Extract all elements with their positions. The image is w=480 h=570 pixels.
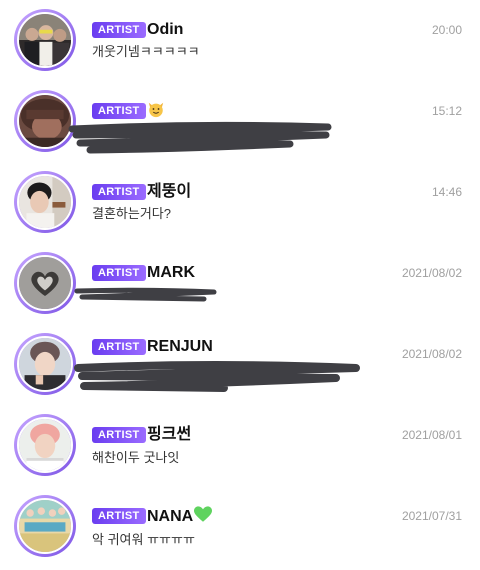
chat-row-pinksun[interactable]: ARTIST 핑크썬 2021/08/01 해찬이두 굿나잇	[0, 405, 480, 485]
artist-badge: ARTIST	[92, 427, 146, 443]
chat-row-cat[interactable]: ARTIST 15:12	[0, 81, 480, 161]
chat-name: 제뚱이	[147, 183, 192, 200]
redaction-scribble	[74, 361, 360, 392]
chat-list: ARTIST Odin 20:00 개웃기넴ㅋㅋㅋㅋㅋ ARTIST 15:12…	[0, 0, 480, 570]
avatar[interactable]	[14, 252, 76, 314]
chat-timestamp: 14:46	[431, 185, 462, 199]
artist-badge: ARTIST	[92, 184, 146, 200]
chat-message-preview: 개웃기넴ㅋㅋㅋㅋㅋ	[92, 44, 200, 59]
avatar[interactable]	[14, 333, 76, 395]
avatar[interactable]	[14, 171, 76, 233]
avatar[interactable]	[14, 9, 76, 71]
chat-name-text: NANA	[147, 508, 194, 525]
avatar-photo	[17, 93, 73, 149]
chat-message-preview: 결혼하는거다?	[92, 206, 171, 221]
redaction-scribble	[74, 287, 217, 302]
chat-name: 핑크썬	[147, 426, 192, 443]
chat-message-preview: 해찬이두 굿나잇	[92, 450, 180, 465]
chat-row-odin[interactable]: ARTIST Odin 20:00 개웃기넴ㅋㅋㅋㅋㅋ	[0, 0, 480, 80]
green-heart-icon	[194, 506, 213, 522]
chat-timestamp: 2021/08/02	[401, 347, 462, 361]
chat-timestamp: 2021/08/02	[401, 266, 462, 280]
avatar-photo	[17, 417, 73, 473]
chat-row-jettungi[interactable]: ARTIST 제뚱이 14:46 결혼하는거다?	[0, 162, 480, 242]
avatar-photo	[17, 255, 73, 311]
chat-name: Odin	[147, 21, 184, 38]
artist-badge: ARTIST	[92, 22, 146, 38]
artist-badge: ARTIST	[92, 265, 146, 281]
chat-timestamp: 15:12	[431, 104, 462, 118]
chat-name: RENJUN	[147, 338, 213, 355]
avatar-photo	[17, 12, 73, 68]
avatar-photo	[17, 498, 73, 554]
chat-name: NANA	[147, 506, 213, 527]
avatar[interactable]	[14, 495, 76, 557]
chat-name	[147, 100, 165, 122]
chat-row-mark[interactable]: ARTIST MARK 2021/08/02	[0, 243, 480, 323]
artist-badge: ARTIST	[92, 339, 146, 355]
chat-row-renjun[interactable]: ARTIST RENJUN 2021/08/02	[0, 324, 480, 404]
redaction-scribble	[68, 121, 332, 154]
artist-badge: ARTIST	[92, 508, 146, 524]
avatar-photo	[17, 336, 73, 392]
chat-row-nana[interactable]: ARTIST NANA 2021/07/31 악 귀여워 ㅠㅠㅠㅠ	[0, 486, 480, 566]
avatar[interactable]	[14, 414, 76, 476]
cat-face-icon	[148, 102, 164, 118]
chat-timestamp: 20:00	[431, 23, 462, 37]
avatar[interactable]	[14, 90, 76, 152]
avatar-photo	[17, 174, 73, 230]
chat-timestamp: 2021/07/31	[401, 509, 462, 523]
chat-timestamp: 2021/08/01	[401, 428, 462, 442]
artist-badge: ARTIST	[92, 103, 146, 119]
chat-name: MARK	[147, 264, 195, 281]
chat-message-preview: 악 귀여워 ㅠㅠㅠㅠ	[92, 532, 195, 547]
